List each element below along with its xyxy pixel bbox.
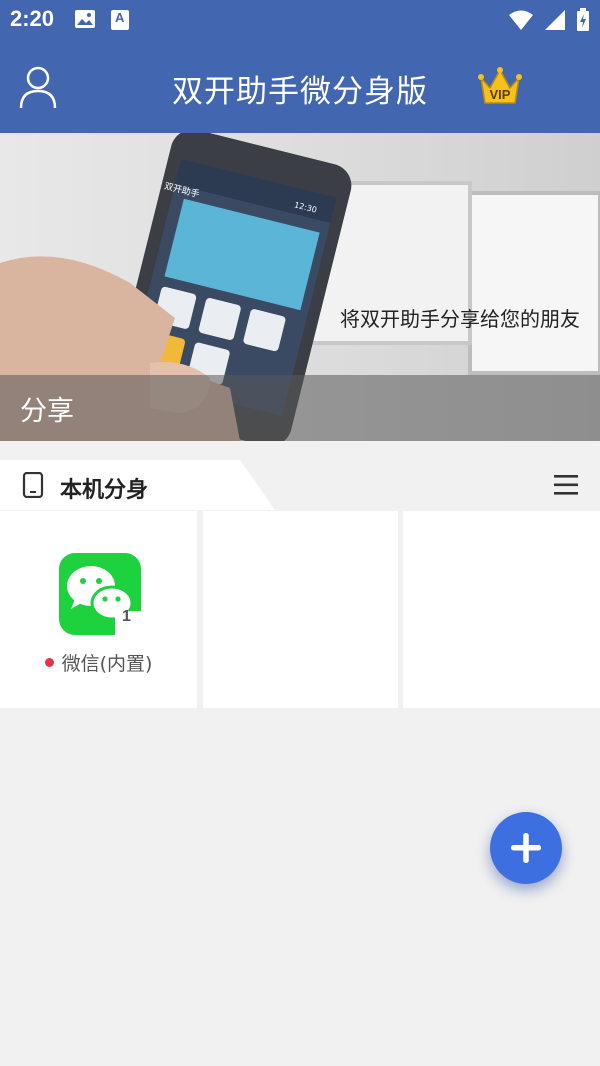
app-slot-empty: [203, 511, 398, 708]
app-slot-empty: [403, 511, 600, 708]
app-grid: 1 微信(内置): [0, 511, 600, 711]
image-notification-icon: [74, 9, 96, 35]
battery-icon: [576, 8, 590, 36]
app-header: 2:20 A 双开助手微分身版 VIP: [0, 0, 600, 133]
share-bar[interactable]: 分享: [0, 375, 600, 441]
phone-icon: [22, 471, 44, 502]
vip-text: VIP: [490, 87, 511, 102]
hamburger-menu-icon: [554, 475, 578, 495]
status-time: 2:20: [10, 6, 55, 31]
clone-count-badge: 1: [122, 608, 131, 625]
vip-button[interactable]: VIP: [478, 66, 522, 106]
status-notifications: A: [74, 9, 130, 35]
plus-icon: [511, 833, 541, 863]
share-banner[interactable]: 双开助手 12:30 将双开助手分享给您的朋友 分享: [0, 133, 600, 441]
status-system-icons: [508, 8, 590, 36]
share-label: 分享: [20, 396, 74, 427]
vip-crown-icon: VIP: [478, 67, 522, 104]
add-clone-button[interactable]: [490, 812, 562, 884]
app-name: 微信(内置): [61, 653, 153, 675]
banner-caption: 将双开助手分享给您的朋友: [340, 307, 580, 331]
wifi-icon: [508, 9, 534, 35]
app-tile-wechat[interactable]: 1 微信(内置): [0, 511, 197, 708]
status-dot: [44, 658, 54, 667]
translate-notification-icon: A: [110, 9, 130, 35]
wechat-app-icon: 1: [59, 553, 141, 635]
signal-icon: [544, 9, 566, 35]
badge-letter: A: [115, 10, 125, 25]
section-title: 本机分身: [60, 478, 149, 503]
menu-button[interactable]: [552, 470, 582, 500]
app-label: 微信(内置): [0, 649, 197, 676]
